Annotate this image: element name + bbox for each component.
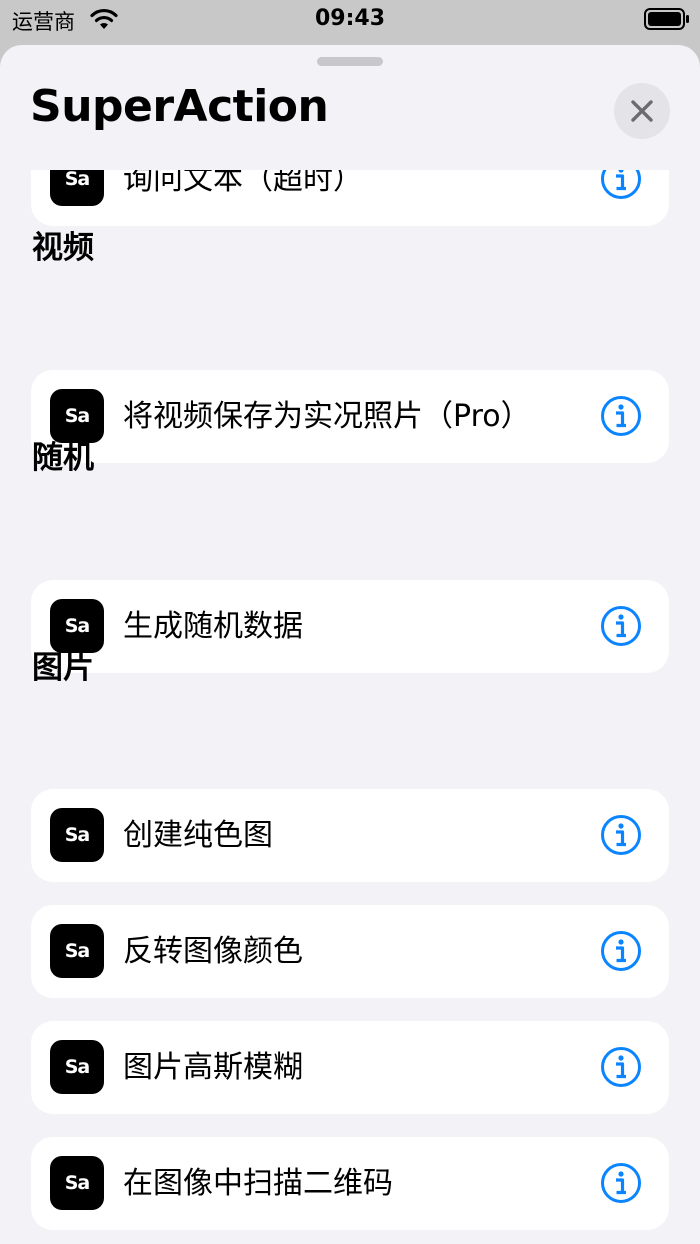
list-item[interactable]: Sa 图片高斯模糊 <box>31 1021 669 1114</box>
list-item[interactable]: Sa 反转图像颜色 <box>31 905 669 998</box>
superaction-app-icon: Sa <box>50 1040 104 1094</box>
row-label: 创建纯色图 <box>123 818 273 853</box>
list-item[interactable]: Sa 在图像中扫描二维码 <box>31 1137 669 1230</box>
sheet-title: SuperAction <box>30 81 329 132</box>
action-list[interactable]: Sa 询问文本（超时） 视频 Sa 将视频保存为实况照片（Pro） 随机 Sa … <box>0 170 700 1244</box>
row-label: 反转图像颜色 <box>123 934 303 969</box>
section-header-random: 随机 <box>32 440 94 476</box>
section-header-video: 视频 <box>32 230 94 266</box>
list-item[interactable]: Sa 将视频保存为实况照片（Pro） <box>31 370 669 463</box>
list-item[interactable]: Sa 询问文本（超时） <box>31 170 669 226</box>
clock: 09:43 <box>314 6 386 31</box>
list-item[interactable]: Sa 创建纯色图 <box>31 789 669 882</box>
action-sheet: SuperAction Sa 询问文本（超时） 视频 Sa 将视频保存为实况照片… <box>0 45 700 1244</box>
info-icon[interactable] <box>600 930 642 972</box>
row-label: 询问文本（超时） <box>123 170 363 197</box>
info-icon[interactable] <box>600 170 642 200</box>
row-label: 在图像中扫描二维码 <box>123 1166 393 1201</box>
superaction-app-icon: Sa <box>50 924 104 978</box>
section-header-images: 图片 <box>32 650 94 686</box>
list-item[interactable]: Sa 生成随机数据 <box>31 580 669 673</box>
info-icon[interactable] <box>600 1162 642 1204</box>
superaction-app-icon: Sa <box>50 170 104 206</box>
sheet-grabber[interactable] <box>317 57 383 66</box>
close-icon <box>631 100 653 122</box>
row-label: 将视频保存为实况照片（Pro） <box>123 399 531 434</box>
info-icon[interactable] <box>600 395 642 437</box>
info-icon[interactable] <box>600 1046 642 1088</box>
close-button[interactable] <box>614 83 670 139</box>
info-icon[interactable] <box>600 814 642 856</box>
status-bar: 运营商 09:43 <box>0 0 700 40</box>
row-label: 图片高斯模糊 <box>123 1050 303 1085</box>
info-icon[interactable] <box>600 605 642 647</box>
row-label: 生成随机数据 <box>123 609 303 644</box>
superaction-app-icon: Sa <box>50 808 104 862</box>
superaction-app-icon: Sa <box>50 1156 104 1210</box>
battery-icon <box>644 8 689 30</box>
